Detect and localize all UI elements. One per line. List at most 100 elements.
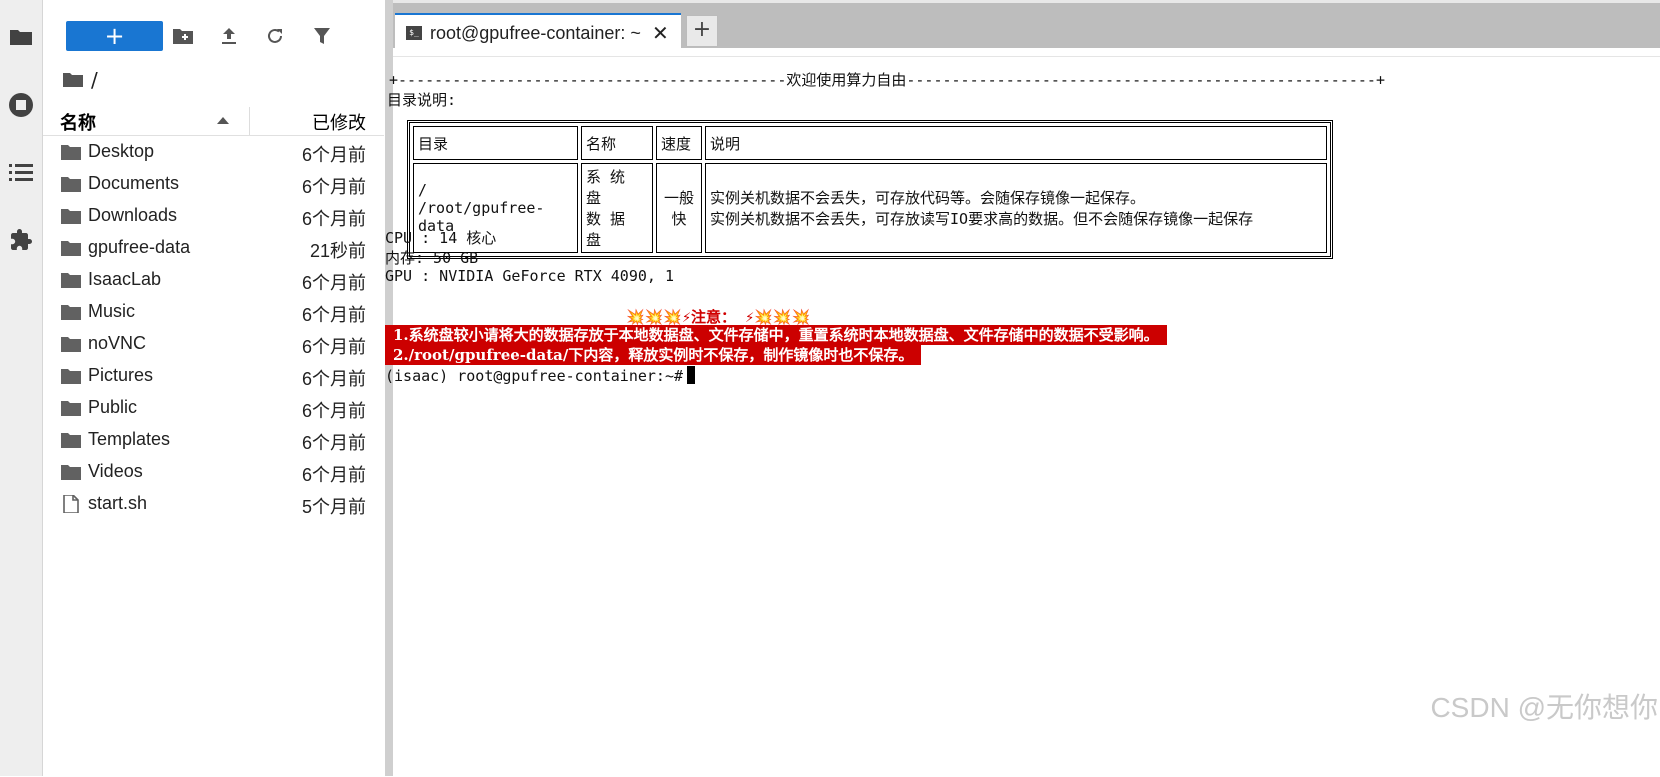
table-cell-name: 系 统 盘 数 据 盘 (581, 163, 653, 253)
file-name: Public (88, 397, 138, 417)
table-header-dir: 目录 (413, 126, 578, 160)
filter-icon[interactable] (310, 24, 334, 48)
list-item[interactable]: start.sh 5个月前 (43, 488, 384, 520)
list-item[interactable]: Pictures 6个月前 (43, 360, 384, 392)
folder-icon[interactable] (0, 17, 42, 57)
gpu-info: GPU : NVIDIA GeForce RTX 4090, 1 (385, 267, 674, 285)
list-item[interactable]: Public 6个月前 (43, 392, 384, 424)
refresh-icon[interactable] (263, 24, 287, 48)
table-cell-speed: 一般 快 (656, 163, 702, 253)
extension-icon[interactable] (0, 220, 42, 260)
file-icon (63, 495, 79, 513)
column-divider[interactable] (249, 107, 250, 135)
tab-terminal[interactable]: $_ root@gpufree-container: ~ ✕ (395, 13, 681, 51)
notice-heading: 💥💥💥⚡注意： ⚡💥💥💥 (626, 308, 811, 326)
file-name: noVNC (88, 333, 147, 353)
home-folder-icon[interactable] (63, 72, 83, 88)
table-of-contents-icon[interactable] (0, 152, 42, 192)
terminal[interactable]: +---------------------------------------… (385, 56, 1660, 777)
file-modified: 21秒前 (309, 241, 366, 261)
folder-icon (61, 273, 81, 288)
memory-info: 内存: 50 GB (385, 249, 479, 267)
running-sessions-icon[interactable] (0, 85, 42, 125)
list-item[interactable]: Templates 6个月前 (43, 424, 384, 456)
folder-icon (61, 401, 81, 416)
file-modified: 6个月前 (301, 465, 366, 485)
close-icon[interactable]: ✕ (652, 21, 669, 46)
table-header-name: 名称 (581, 126, 653, 160)
sort-ascending-icon (217, 117, 229, 124)
file-modified: 6个月前 (301, 433, 366, 453)
file-name: Desktop (88, 141, 155, 161)
prompt-text: (isaac) root@gpufree-container:~# (385, 367, 684, 385)
activity-bar (0, 0, 43, 776)
watermark: CSDN @无你想你 (1430, 692, 1658, 723)
file-modified: 6个月前 (301, 305, 366, 325)
file-name: Templates (88, 429, 171, 449)
file-modified: 6个月前 (301, 177, 366, 197)
folder-icon (61, 337, 81, 352)
list-item[interactable]: IsaacLab 6个月前 (43, 264, 384, 296)
list-item[interactable]: Documents 6个月前 (43, 168, 384, 200)
terminal-banner: +---------------------------------------… (389, 71, 1385, 89)
file-modified: 6个月前 (301, 145, 366, 165)
file-list-header: 名称 已修改 (43, 107, 384, 136)
table-header-speed: 速度 (656, 126, 702, 160)
column-modified-header[interactable]: 已修改 (312, 109, 366, 135)
file-browser: + / 名称 已修改 Desktop 6个月前 Documents 6个月前 D… (43, 0, 384, 776)
column-name-header[interactable]: 名称 (60, 109, 96, 135)
file-name: Music (88, 301, 136, 321)
file-toolbar: + (43, 0, 384, 72)
folder-icon (61, 241, 81, 256)
folder-icon (61, 433, 81, 448)
file-modified: 6个月前 (301, 209, 366, 229)
directory-table: 目录 名称 速度 说明 / /root/gpufree-data 系 统 盘 数… (407, 120, 1333, 259)
cell-line: 实例关机数据不会丢失，可存放代码等。会随保存镜像一起保存。 (710, 189, 1146, 207)
file-name: IsaacLab (88, 269, 162, 289)
file-modified: 6个月前 (301, 369, 366, 389)
terminal-icon: $_ (406, 26, 422, 40)
file-name: Downloads (88, 205, 178, 225)
terminal-cursor (687, 366, 696, 384)
cell-line: 数 据 盘 (586, 210, 626, 249)
folder-icon (61, 209, 81, 224)
list-item[interactable]: gpufree-data 21秒前 (43, 232, 384, 264)
folder-icon (61, 145, 81, 160)
breadcrumb: / (63, 66, 98, 94)
list-item[interactable]: Videos 6个月前 (43, 456, 384, 488)
cell-line: / (418, 181, 428, 199)
add-tab-button[interactable]: + (686, 15, 718, 47)
cell-line: 系 统 盘 (586, 168, 626, 207)
table-header-desc: 说明 (705, 126, 1327, 160)
breadcrumb-path[interactable]: / (91, 68, 98, 92)
list-item[interactable]: Downloads 6个月前 (43, 200, 384, 232)
file-modified: 6个月前 (301, 273, 366, 293)
list-item[interactable]: Desktop 6个月前 (43, 136, 384, 168)
file-name: Documents (88, 173, 180, 193)
cell-line: 一般 (663, 189, 694, 207)
file-name: Pictures (88, 365, 154, 385)
file-modified: 6个月前 (301, 401, 366, 421)
warning-line-2: 2./root/gpufree-data/下内容，释放实例时不保存，制作镜像时也… (385, 345, 922, 365)
file-name: start.sh (88, 493, 148, 513)
file-name: Videos (88, 461, 143, 481)
warning-line-1: 1.系统盘较小请将大的数据存放于本地数据盘、文件存储中，重置系统时本地数据盘、文… (385, 325, 1167, 345)
folder-icon (61, 177, 81, 192)
upload-icon[interactable] (217, 24, 241, 48)
panel-splitter[interactable] (385, 0, 393, 776)
list-item[interactable]: Music 6个月前 (43, 296, 384, 328)
new-launcher-button[interactable]: + (66, 21, 163, 51)
dir-heading: 目录说明: (387, 91, 457, 109)
cell-line: 实例关机数据不会丢失，可存放读写IO要求高的数据。但不会随保存镜像一起保存 (710, 210, 1254, 228)
tab-bar: $_ root@gpufree-container: ~ ✕ + (393, 0, 1660, 51)
list-item[interactable]: noVNC 6个月前 (43, 328, 384, 360)
file-modified: 5个月前 (301, 497, 366, 517)
table-cell-desc: 实例关机数据不会丢失，可存放代码等。会随保存镜像一起保存。 实例关机数据不会丢失… (705, 163, 1327, 253)
file-list: Desktop 6个月前 Documents 6个月前 Downloads 6个… (43, 136, 384, 520)
new-folder-icon[interactable] (171, 24, 195, 48)
tab-title: root@gpufree-container: ~ (430, 22, 641, 43)
file-modified: 6个月前 (301, 337, 366, 357)
cpu-info: CPU : 14 核心 (385, 229, 497, 247)
folder-icon (61, 465, 81, 480)
folder-icon (61, 369, 81, 384)
